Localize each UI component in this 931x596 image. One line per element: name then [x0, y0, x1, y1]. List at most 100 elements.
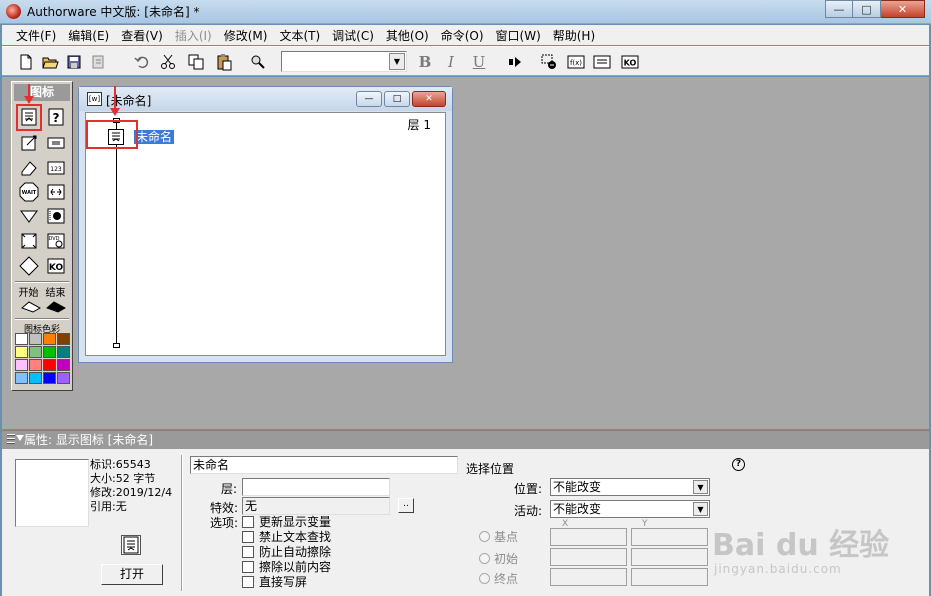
sound-icon[interactable] — [18, 255, 40, 277]
menu-insert[interactable]: 插入(I) — [169, 27, 218, 44]
menu-file[interactable]: 文件(F) — [10, 27, 62, 44]
interaction-icon[interactable]: ? — [45, 106, 67, 128]
checkbox[interactable] — [242, 575, 254, 588]
radio-button[interactable] — [479, 573, 490, 584]
option-erase-previous[interactable]: 擦除以前内容 — [242, 559, 331, 574]
color-swatch[interactable] — [29, 372, 42, 384]
menu-text[interactable]: 文本(T) — [273, 27, 326, 44]
underline-button[interactable]: U — [469, 52, 489, 72]
menu-other[interactable]: 其他(O) — [380, 27, 435, 44]
chevron-down-icon[interactable]: ▼ — [389, 53, 405, 70]
start-flag-icon[interactable] — [20, 296, 42, 318]
erase-icon[interactable] — [18, 157, 40, 179]
save-all-icon[interactable] — [64, 52, 84, 72]
menu-help[interactable]: 帮助(H) — [547, 27, 601, 44]
find-icon[interactable] — [248, 52, 268, 72]
properties-grip-icon[interactable] — [7, 434, 15, 446]
knowledge-objects-icon[interactable]: KO — [620, 52, 640, 72]
dvd-icon[interactable]: DVD — [45, 230, 67, 252]
radio-button[interactable] — [479, 531, 490, 542]
run-icon[interactable] — [505, 52, 525, 72]
option-direct-to-screen[interactable]: 直接写屏 — [242, 574, 307, 589]
minimize-button[interactable]: — — [825, 0, 853, 18]
position-label: 位置: — [514, 482, 543, 496]
help-icon[interactable]: ? — [732, 458, 745, 471]
undo-icon[interactable] — [132, 52, 152, 72]
checkbox[interactable] — [242, 515, 254, 528]
color-swatch[interactable] — [57, 333, 70, 345]
import-icon[interactable] — [88, 52, 108, 72]
menu-debug[interactable]: 调试(C) — [326, 27, 380, 44]
color-swatch[interactable] — [43, 346, 56, 358]
activity-select[interactable]: 不能改变 ▼ — [550, 500, 710, 518]
color-swatch[interactable] — [43, 333, 56, 345]
checkbox[interactable] — [242, 545, 254, 558]
end-flag-icon[interactable] — [45, 296, 67, 318]
collapse-caret-icon[interactable] — [16, 435, 24, 441]
color-swatch[interactable] — [15, 372, 28, 384]
color-swatch[interactable] — [57, 372, 70, 384]
copy-icon[interactable] — [186, 52, 206, 72]
flowline-maximize-button[interactable]: □ — [384, 91, 410, 107]
flowline-close-button[interactable]: ✕ — [412, 91, 446, 107]
functions-icon[interactable]: f(x) — [566, 52, 586, 72]
decision-icon[interactable] — [18, 205, 40, 227]
cut-icon[interactable] — [158, 52, 178, 72]
menu-command[interactable]: 命令(O) — [435, 27, 490, 44]
color-swatch[interactable] — [29, 346, 42, 358]
menu-view[interactable]: 查看(V) — [115, 27, 169, 44]
authorware-app-icon — [6, 4, 21, 19]
font-select[interactable]: ▼ — [281, 51, 407, 72]
variables-icon[interactable] — [592, 52, 612, 72]
radio-initial[interactable]: 初始 — [479, 550, 518, 567]
layer-input[interactable] — [242, 478, 390, 496]
close-button[interactable]: ✕ — [881, 0, 925, 18]
calculation-icon[interactable] — [45, 132, 67, 154]
color-swatch[interactable] — [15, 333, 28, 345]
radio-button[interactable] — [479, 553, 490, 564]
maximize-button[interactable]: □ — [853, 0, 881, 18]
map-icon[interactable]: 123 — [45, 157, 67, 179]
color-swatch[interactable] — [15, 346, 28, 358]
radio-end-point[interactable]: 终点 — [479, 570, 518, 587]
flowline-minimize-button[interactable]: — — [356, 91, 382, 107]
bold-button[interactable]: B — [415, 52, 435, 72]
movie-icon[interactable] — [45, 205, 67, 227]
option-disable-text-search[interactable]: 禁止文本查找 — [242, 529, 331, 544]
color-swatch[interactable] — [43, 372, 56, 384]
ko-icon[interactable]: KO — [45, 255, 67, 277]
framework-icon[interactable] — [18, 230, 40, 252]
chevron-down-icon[interactable]: ▼ — [693, 502, 708, 516]
color-swatch[interactable] — [43, 359, 56, 371]
checkbox[interactable] — [242, 560, 254, 573]
menu-edit[interactable]: 编辑(E) — [62, 27, 115, 44]
motion-icon[interactable] — [18, 132, 40, 154]
paste-icon[interactable] — [214, 52, 234, 72]
flowline-canvas[interactable]: 层 1 未命名 — [85, 112, 446, 356]
italic-button[interactable]: I — [441, 52, 461, 72]
choose-position-label: 选择位置 — [466, 462, 515, 476]
flow-icon-label[interactable]: 未命名 — [134, 130, 175, 144]
icon-name-input[interactable]: 未命名 — [190, 456, 458, 474]
chevron-down-icon[interactable]: ▼ — [693, 480, 708, 494]
new-file-icon[interactable] — [16, 52, 36, 72]
color-swatch[interactable] — [29, 359, 42, 371]
color-swatch[interactable] — [29, 333, 42, 345]
position-select[interactable]: 不能改变 ▼ — [550, 478, 710, 496]
flowline-window-titlebar[interactable]: [w] [未命名] — □ ✕ — [79, 87, 452, 111]
radio-base-point[interactable]: 基点 — [479, 528, 518, 545]
menu-modify[interactable]: 修改(M) — [218, 27, 274, 44]
color-swatch[interactable] — [57, 346, 70, 358]
effect-browse-button[interactable]: .. — [398, 498, 414, 513]
wait-icon[interactable]: WAIT — [18, 181, 40, 203]
option-update-display-vars[interactable]: 更新显示变量 — [242, 514, 331, 529]
control-panel-icon[interactable] — [539, 52, 559, 72]
menu-window[interactable]: 窗口(W) — [490, 27, 547, 44]
color-swatch[interactable] — [15, 359, 28, 371]
checkbox[interactable] — [242, 530, 254, 543]
color-swatch[interactable] — [57, 359, 70, 371]
option-prevent-auto-erase[interactable]: 防止自动擦除 — [242, 544, 331, 559]
open-folder-icon[interactable] — [40, 52, 60, 72]
navigate-icon[interactable] — [45, 181, 67, 203]
open-button[interactable]: 打开 — [101, 564, 163, 585]
